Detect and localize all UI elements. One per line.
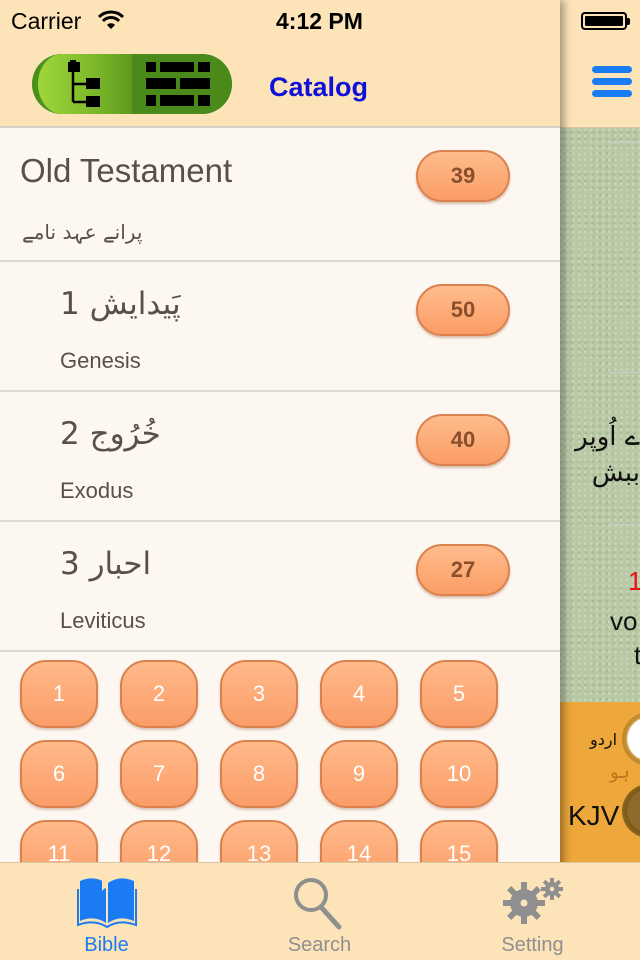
divider [610,524,640,525]
verse-preview-area: ے اُوپر ببش 1 vo t [560,128,640,702]
tab-bible[interactable]: Bible [0,863,213,960]
testament-title: Old Testament [20,152,233,189]
book-title-english: Genesis [60,348,141,373]
book-icon [76,877,137,929]
preview-urdu-line: ببش [591,458,640,488]
tab-setting[interactable]: Setting [426,863,639,960]
menu-icon-bar [592,90,632,97]
chapter-button[interactable]: 3 [220,660,298,728]
page-title: Catalog [269,72,369,102]
book-title-english: Exodus [60,478,134,503]
chapter-button[interactable]: 13 [220,820,298,862]
book-list: Old Testament پرانے عہد نامے 39 1 پَیدای… [0,128,560,652]
clock: 4:12 PM [276,8,363,34]
tab-label: Bible [84,934,129,956]
menu-icon-bar [592,66,632,73]
navigation-bar: Catalog [0,40,560,128]
book-title-urdu: 1 پَیدایش [60,286,181,322]
tab-search[interactable]: Search [213,863,426,960]
language-urdu-label: اردو [590,730,618,749]
book-row[interactable]: 1 پَیدایش Genesis 50 [0,262,560,392]
gear-icon [502,878,563,924]
chapter-button[interactable]: 10 [420,740,498,808]
language-kjv-radio[interactable] [622,784,640,838]
tab-label: Search [287,934,352,956]
preview-verse-number: 1 [628,566,640,596]
language-faded-label: ہو [610,762,630,783]
divider [610,372,640,373]
testament-row[interactable]: Old Testament پرانے عہد نامے 39 [0,128,560,262]
tree-view-segment[interactable] [32,54,132,114]
language-kjv-label: KJV [568,800,620,831]
chapter-button[interactable]: 8 [220,740,298,808]
chapter-count-badge[interactable]: 50 [416,284,510,336]
chapter-button[interactable]: 15 [420,820,498,862]
chapter-button[interactable]: 5 [420,660,498,728]
chapter-button[interactable]: 1 [20,660,98,728]
catalog-panel: Carrier 4:12 PM Catalog Old Testament پر… [0,0,560,960]
grid-view-segment[interactable] [132,54,232,114]
testament-subtitle: پرانے عہد نامے [22,220,143,244]
book-row[interactable]: 3 احبار Leviticus 27 [0,522,560,652]
book-title-urdu: 3 احبار [60,546,152,582]
chapter-button[interactable]: 6 [20,740,98,808]
chapter-grid: 1 2 3 4 5 6 7 8 9 10 11 12 13 14 15 [0,654,560,862]
book-row[interactable]: 2 خُرُوج Exodus 40 [0,392,560,522]
preview-text-line: vo [610,606,638,636]
chapter-button[interactable]: 7 [120,740,198,808]
preview-urdu-line: ے اُوپر [575,422,640,452]
chapter-button[interactable]: 9 [320,740,398,808]
chapter-button[interactable]: 12 [120,820,198,862]
book-title-urdu: 2 خُرُوج [60,416,161,452]
book-count-badge[interactable]: 39 [416,150,510,202]
language-selector: اردو ہو KJV [560,702,640,862]
tab-label: Setting [501,934,564,956]
side-panel-header [560,0,640,128]
tree-icon [68,60,100,107]
menu-icon-bar [592,78,632,85]
search-icon [293,878,341,930]
chapter-button[interactable]: 11 [20,820,98,862]
divider [610,142,640,143]
book-title-english: Leviticus [60,608,146,633]
menu-button[interactable] [592,66,632,98]
wifi-icon [98,10,124,29]
grid-icon [146,62,210,106]
view-mode-toggle [32,54,232,114]
chapter-count-badge[interactable]: 27 [416,544,510,596]
chapter-button[interactable]: 2 [120,660,198,728]
side-panel: ے اُوپر ببش 1 vo t اردو ہو KJV [560,0,640,960]
chapter-button[interactable]: 14 [320,820,398,862]
tab-bar: Bible Search Setting [0,862,640,960]
preview-text-line: t [634,640,640,670]
chapter-button[interactable]: 4 [320,660,398,728]
chapter-count-badge[interactable]: 40 [416,414,510,466]
carrier-label: Carrier [11,8,82,34]
status-bar: Carrier 4:12 PM [0,0,560,40]
language-urdu-radio[interactable] [622,712,640,766]
battery-icon [581,12,630,30]
